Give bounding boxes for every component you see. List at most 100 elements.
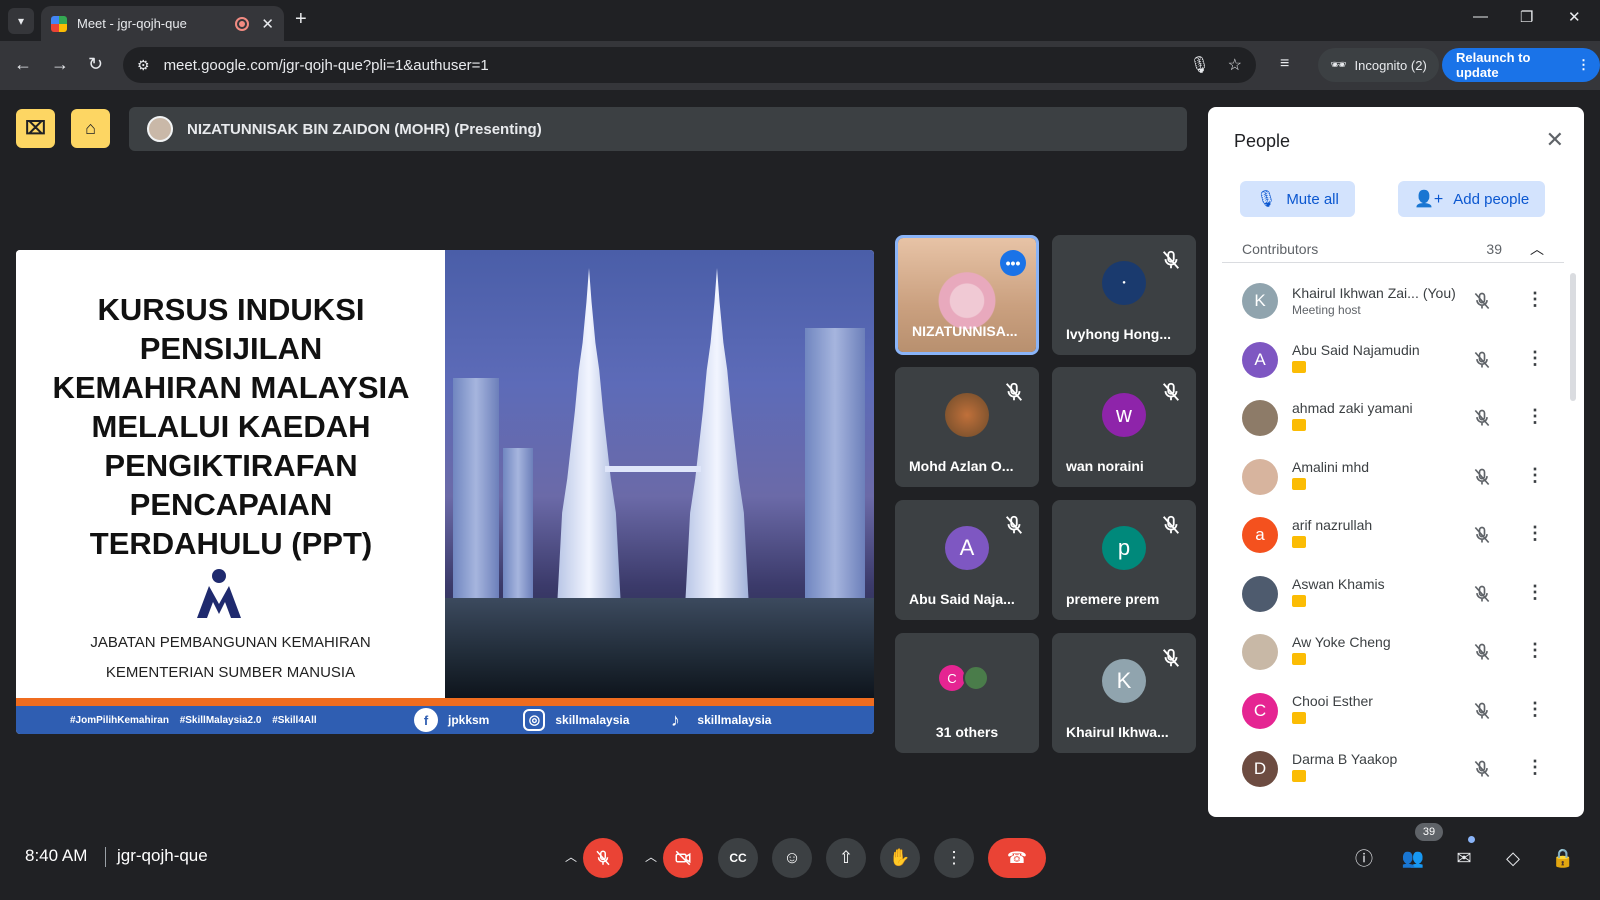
add-people-button[interactable]: 👤+ Add people (1398, 181, 1546, 217)
participant-avatar (1242, 575, 1278, 612)
participant-menu-icon[interactable]: ⋮ (1526, 582, 1544, 603)
bookmark-star-icon[interactable]: ☆ (1228, 55, 1242, 75)
info-icon: ⓘ (1355, 849, 1373, 869)
participant-name: ahmad zaki yamani (1292, 400, 1462, 416)
kebab-menu-icon[interactable]: ⋮ (1577, 57, 1590, 73)
url-text[interactable]: meet.google.com/jgr-qojh-que?pli=1&authu… (164, 57, 1172, 74)
mic-off-icon[interactable] (1472, 759, 1492, 779)
video-settings-chevron-icon[interactable]: ︿ (645, 848, 657, 865)
others-tile[interactable]: C 31 others (895, 633, 1039, 753)
participant-row[interactable]: A Abu Said Najamudin ⋮ (1222, 331, 1564, 390)
mic-off-icon[interactable] (1472, 408, 1492, 428)
ministry-line: KEMENTERIAN SUMBER MANUSIA (105, 664, 356, 681)
forward-button[interactable]: → (51, 54, 69, 75)
mic-off-icon[interactable] (1472, 467, 1492, 487)
raise-hand-button[interactable]: ✋ (880, 838, 920, 878)
participant-row[interactable]: a arif nazrullah ⋮ (1222, 506, 1564, 565)
participant-row[interactable]: D Darma B Yaakop ⋮ (1222, 740, 1564, 799)
participant-row[interactable]: Amalini mhd ⋮ (1222, 448, 1564, 507)
participant-row[interactable]: C Chooi Esther ⋮ (1222, 682, 1564, 741)
chevron-up-icon[interactable]: ︿ (1530, 239, 1544, 259)
mic-off-icon[interactable] (1472, 350, 1492, 370)
slide-title-line: MELALUI KAEDAH (91, 409, 371, 444)
more-options-icon[interactable]: ••• (1000, 250, 1026, 276)
participant-tile[interactable]: ● Ivyhong Hong... (1052, 235, 1196, 355)
close-panel-icon[interactable]: ✕ (1546, 127, 1564, 153)
tile-name: wan noraini (1066, 458, 1144, 474)
slide-title-line: KEMAHIRAN MALAYSIA (52, 370, 410, 405)
tile-avatar (945, 393, 989, 437)
participant-row[interactable]: ahmad zaki yamani ⋮ (1222, 389, 1564, 448)
participant-menu-icon[interactable]: ⋮ (1526, 523, 1544, 544)
camera-toggle-button[interactable] (663, 838, 703, 878)
mic-off-icon[interactable] (1472, 525, 1492, 545)
meeting-clock: 8:40 AM (25, 846, 88, 865)
back-button[interactable]: ← (14, 54, 32, 75)
tile-avatar: A (945, 526, 989, 570)
address-bar[interactable]: ⚙ meet.google.com/jgr-qojh-que?pli=1&aut… (123, 47, 1256, 83)
scrollbar[interactable] (1570, 273, 1576, 401)
close-tab-icon[interactable]: ✕ (261, 15, 274, 33)
activities-button[interactable]: ◇ (1498, 843, 1528, 873)
meeting-details-button[interactable]: ⓘ (1349, 843, 1379, 873)
participant-menu-icon[interactable]: ⋮ (1526, 348, 1544, 369)
present-icon: ⇧ (838, 848, 854, 867)
participant-menu-icon[interactable]: ⋮ (1526, 640, 1544, 661)
reactions-button[interactable]: ☺ (772, 838, 812, 878)
participant-name: Aw Yoke Cheng (1292, 634, 1462, 650)
participant-tile[interactable]: Mohd Azlan O... (895, 367, 1039, 487)
participant-text: arif nazrullah (1292, 517, 1462, 553)
participant-list: K Khairul Ikhwan Zai... (You) Meeting host ⋮… (1222, 272, 1564, 799)
participant-tile[interactable]: K Khairul Ikhwa... (1052, 633, 1196, 753)
host-controls-button[interactable]: 🔒 (1548, 843, 1578, 873)
people-button[interactable]: 👥 (1398, 843, 1428, 873)
tab-search-button[interactable]: ▾ (8, 8, 34, 34)
participant-menu-icon[interactable]: ⋮ (1526, 757, 1544, 778)
add-people-label: Add people (1453, 190, 1530, 208)
browser-tab[interactable]: Meet - jgr-qojh-que ✕ (41, 6, 284, 41)
captions-button[interactable]: CC (718, 838, 758, 878)
participant-name-text: Chooi Esther (1292, 692, 1373, 709)
window-close-icon[interactable]: ✕ (1568, 8, 1581, 26)
participant-tile[interactable]: p premere prem (1052, 500, 1196, 620)
participant-row[interactable]: Aw Yoke Cheng ⋮ (1222, 623, 1564, 682)
microphone-toggle-button[interactable] (583, 838, 623, 878)
more-options-button[interactable]: ⋮ (934, 838, 974, 878)
participant-tile[interactable]: w wan noraini (1052, 367, 1196, 487)
meeting-code: jgr-qojh-que (117, 846, 208, 865)
reload-button[interactable]: ↻ (88, 54, 103, 75)
incognito-button[interactable]: 🕶 Incognito (2) (1318, 48, 1439, 82)
tiktok-text: skillmalaysia (697, 713, 772, 727)
mic-off-icon[interactable] (1472, 584, 1492, 604)
relaunch-button[interactable]: Relaunch to update ⋮ (1442, 48, 1600, 82)
camera-off-indicator-button[interactable]: ⌧ (16, 109, 55, 148)
participant-menu-icon[interactable]: ⋮ (1526, 289, 1544, 310)
media-control-icon[interactable]: ≡ (1280, 55, 1289, 73)
participant-row[interactable]: K Khairul Ikhwan Zai... (You) Meeting host ⋮ (1222, 272, 1564, 331)
present-screen-button[interactable]: ⇧ (826, 838, 866, 878)
mic-off-icon[interactable] (1472, 701, 1492, 721)
audio-settings-chevron-icon[interactable]: ︿ (565, 848, 577, 865)
mic-off-icon[interactable] (1472, 642, 1492, 662)
participant-avatar (1242, 458, 1278, 495)
slide-footer: #JomPilihKemahiran #SkillMalaysia2.0 #Sk… (16, 706, 874, 734)
participant-row[interactable]: Aswan Khamis ⋮ (1222, 565, 1564, 624)
participant-menu-icon[interactable]: ⋮ (1526, 406, 1544, 427)
contributors-section-header[interactable]: Contributors 39 ︿ (1222, 235, 1564, 263)
new-tab-button[interactable]: + (295, 8, 307, 31)
microphone-icon[interactable]: 🎙 (1189, 55, 1209, 75)
room-indicator-button[interactable]: ⌂ (71, 109, 110, 148)
participant-tile[interactable]: A Abu Said Naja... (895, 500, 1039, 620)
participant-avatar: D (1242, 751, 1278, 788)
site-info-icon[interactable]: ⚙ (137, 57, 150, 74)
mute-all-button[interactable]: 🎙 Mute all (1240, 181, 1355, 217)
mic-off-icon[interactable] (1472, 291, 1492, 311)
participant-menu-icon[interactable]: ⋮ (1526, 699, 1544, 720)
minimize-icon[interactable]: — (1473, 8, 1488, 25)
restore-icon[interactable]: ❐ (1520, 8, 1533, 26)
leave-call-button[interactable]: ☎ (988, 838, 1046, 878)
chat-button[interactable]: ✉ (1449, 843, 1479, 873)
participant-tile-presenter[interactable]: ••• NIZATUNNISA... (895, 235, 1039, 355)
participant-text: Amalini mhd (1292, 459, 1462, 495)
participant-menu-icon[interactable]: ⋮ (1526, 465, 1544, 486)
